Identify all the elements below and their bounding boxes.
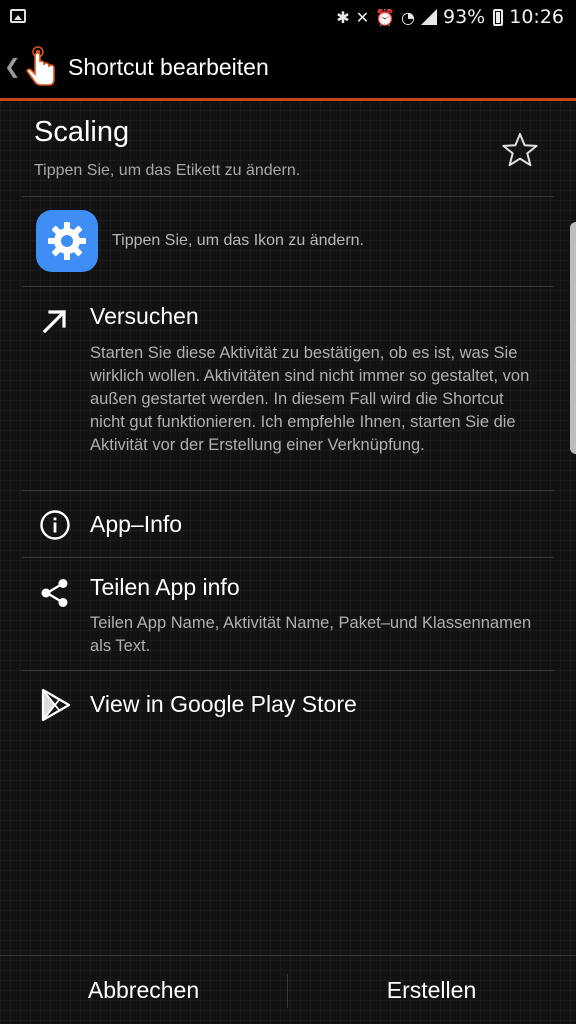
- divider: [22, 490, 554, 491]
- toolbar-title: Shortcut bearbeiten: [68, 54, 269, 80]
- battery-percent: 93%: [443, 6, 486, 28]
- shortcut-icon-hint: Tippen Sie, um das Ikon zu ändern.: [112, 232, 364, 249]
- edge-panel-handle[interactable]: [570, 222, 576, 454]
- try-activity-description: Starten Sie diese Aktivität zu bestätige…: [90, 344, 530, 454]
- signal-icon: [421, 9, 437, 25]
- mute-icon: ✕: [355, 7, 370, 27]
- divider: [22, 557, 554, 558]
- share-app-info-description: Teilen App Name, Aktivität Name, Paket–u…: [90, 614, 532, 655]
- create-button[interactable]: Erstellen: [288, 956, 575, 1024]
- gear-icon: [48, 222, 86, 260]
- shortcut-label[interactable]: Scaling: [34, 116, 129, 149]
- try-activity-title: Versuchen: [90, 303, 199, 329]
- toolbar-accent-divider: [0, 98, 576, 101]
- star-icon[interactable]: [500, 130, 540, 170]
- toolbar: ❮ Shortcut bearbeiten: [0, 34, 576, 98]
- alarm-icon: ⏰: [375, 7, 396, 27]
- divider: [22, 196, 554, 197]
- bottom-button-bar: Abbrechen Erstellen: [0, 955, 576, 1024]
- divider: [22, 286, 554, 287]
- bluetooth-icon: ✱: [336, 7, 350, 27]
- battery-icon: [493, 8, 504, 26]
- wifi-icon: ◔: [401, 7, 415, 27]
- play-store-icon: [41, 688, 71, 722]
- arrow-up-right-icon: [42, 309, 67, 334]
- back-chevron-icon[interactable]: ❮: [4, 54, 21, 78]
- shortcut-label-hint: Tippen Sie, um das Etikett zu ändern.: [34, 162, 301, 179]
- share-app-info-title: Teilen App info: [90, 574, 240, 600]
- tap-hand-icon[interactable]: [24, 44, 58, 88]
- app-info-title: App–Info: [90, 511, 183, 537]
- status-icons: ✱ ✕ ⏰ ◔ 93% 10:26: [336, 6, 564, 28]
- status-bar: ✱ ✕ ⏰ ◔ 93% 10:26: [0, 0, 576, 34]
- clock: 10:26: [509, 6, 564, 28]
- cancel-button[interactable]: Abbrechen: [0, 956, 287, 1024]
- info-icon: [40, 510, 70, 540]
- shortcut-icon-button[interactable]: [36, 210, 98, 272]
- share-icon: [41, 579, 68, 607]
- divider: [22, 670, 554, 671]
- screen: ✱ ✕ ⏰ ◔ 93% 10:26 ❮ Shortcut bearbeiten …: [0, 0, 576, 1024]
- google-play-title: View in Google Play Store: [90, 691, 357, 717]
- picture-icon: [10, 9, 26, 23]
